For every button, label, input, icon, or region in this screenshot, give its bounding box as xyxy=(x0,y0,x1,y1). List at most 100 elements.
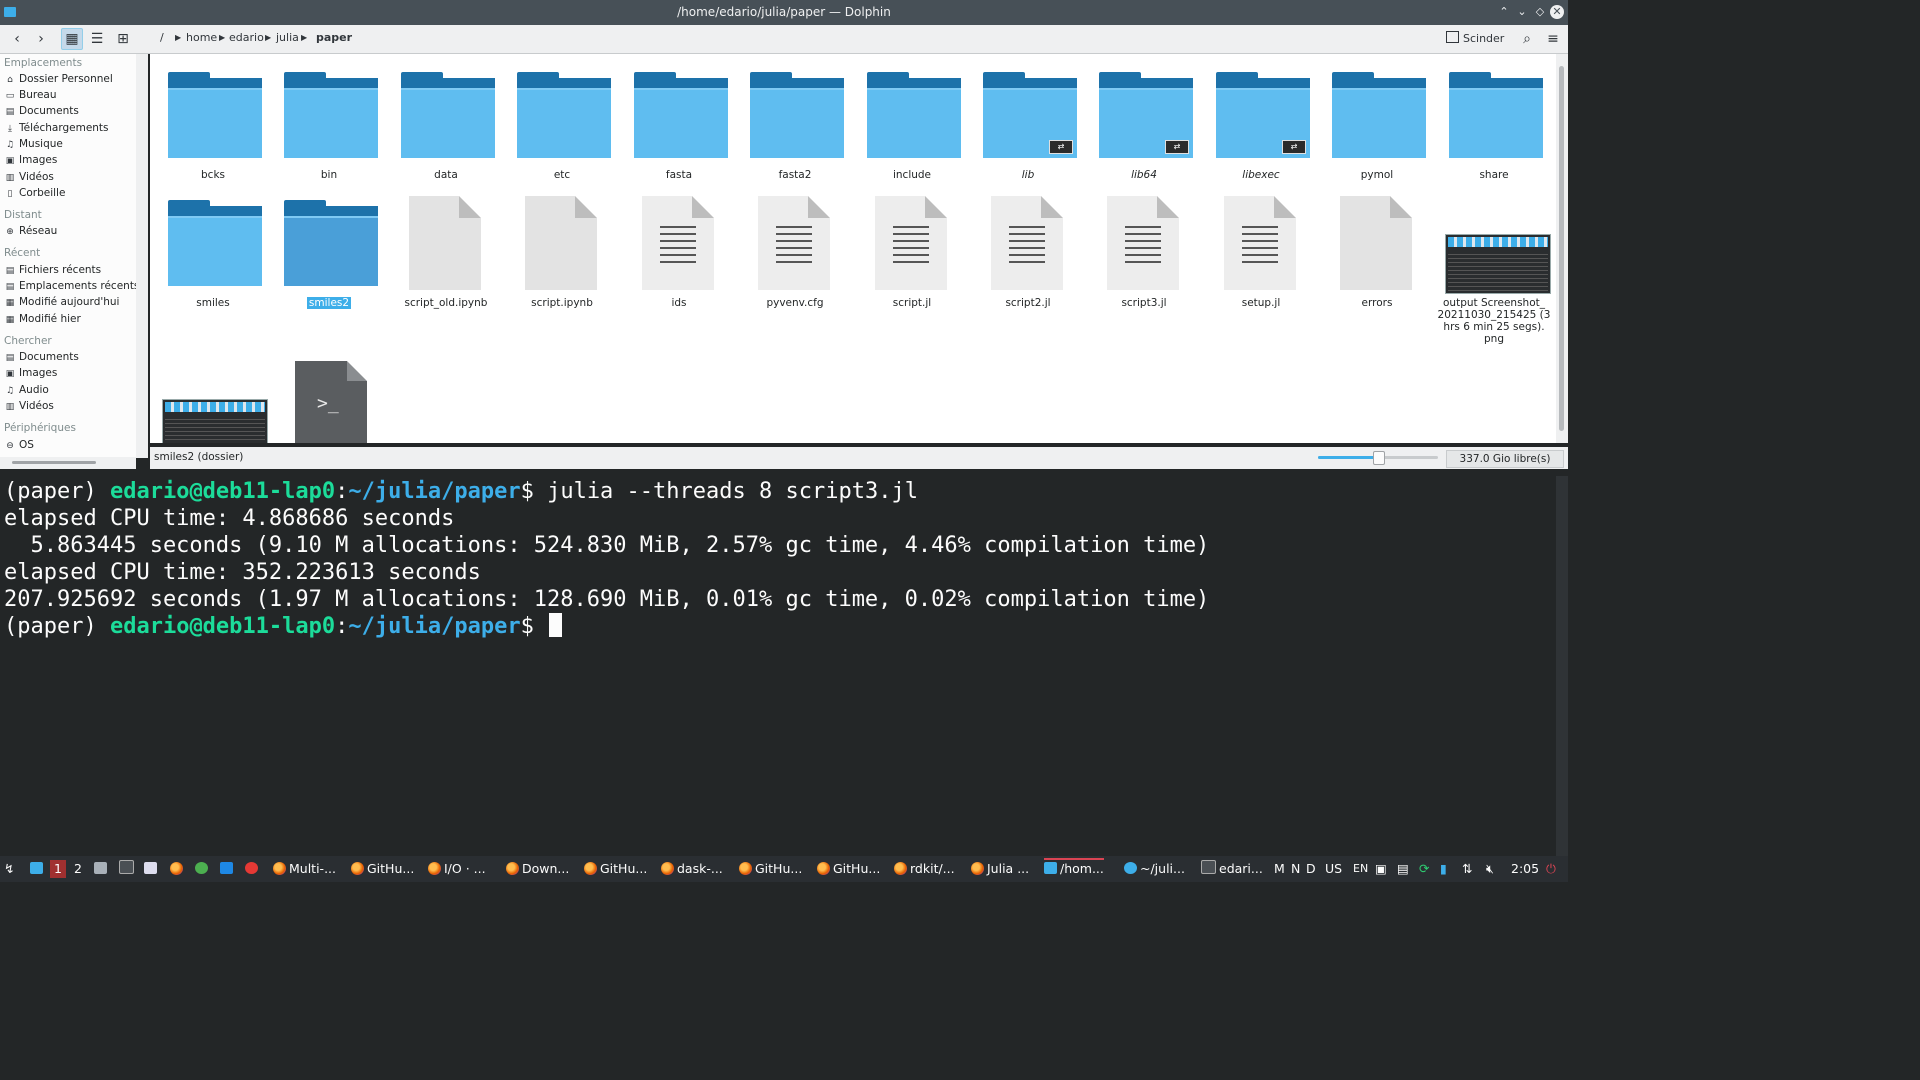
shell-script-file-icon[interactable]: >_ xyxy=(295,361,367,443)
editor-launcher-icon[interactable] xyxy=(144,860,160,878)
sidebar-item-videos[interactable]: ▥ Vidéos xyxy=(5,171,54,183)
files-launcher-icon[interactable] xyxy=(94,860,110,878)
task-firefox-5[interactable]: GitHu... xyxy=(584,860,647,878)
disk-icon[interactable]: ▮ xyxy=(1440,860,1447,878)
power-icon[interactable]: ⏻ xyxy=(1546,860,1556,878)
sidebar-item-desktop[interactable]: ▭ Bureau xyxy=(5,89,57,101)
sidebar-item-trash[interactable]: ▯ Corbeille xyxy=(5,187,66,199)
sidebar-item-documents[interactable]: ▤ Documents xyxy=(5,105,79,117)
sidebar-item-search-videos[interactable]: ▥ Vidéos xyxy=(5,400,54,412)
sidebar-item-os-drive[interactable]: ⊖ OS xyxy=(5,439,34,451)
breadcrumb-root[interactable]: / xyxy=(160,31,164,44)
terminal-output-line: elapsed CPU time: 352.223613 seconds xyxy=(4,560,481,585)
blank-file-icon xyxy=(409,196,481,290)
trash-icon: ▯ xyxy=(7,189,13,199)
vscode-launcher-icon[interactable] xyxy=(220,860,236,878)
minimize-icon[interactable]: ⌄ xyxy=(1514,4,1530,20)
terminal-panel[interactable]: (paper) edario@deb11-lap0:~/julia/paper$… xyxy=(0,476,1556,856)
clock[interactable]: 2:05 xyxy=(1511,860,1539,878)
close-icon[interactable]: ✕ xyxy=(1550,5,1564,19)
breadcrumb-home[interactable]: home xyxy=(186,31,217,44)
task-firefox-6[interactable]: dask-... xyxy=(661,860,723,878)
task-firefox-10[interactable]: Julia ... xyxy=(971,860,1029,878)
tray-label[interactable]: M xyxy=(1274,860,1285,878)
sidebar-item-network[interactable]: ⊕ Réseau xyxy=(5,225,57,237)
text-file-icon xyxy=(875,196,947,290)
keep-above-icon[interactable]: ⌃ xyxy=(1496,4,1512,20)
sidebar-group-title: Emplacements xyxy=(4,57,83,69)
task-firefox-3[interactable]: I/O · ... xyxy=(428,860,486,878)
tray-label[interactable]: N xyxy=(1291,860,1300,878)
status-bar: smiles2 (dossier) 337.0 Gio libre(s) xyxy=(150,447,1568,469)
text-file-icon xyxy=(1107,196,1179,290)
task-firefox-4[interactable]: Down... xyxy=(506,860,569,878)
task-firefox-1[interactable]: Multi-... xyxy=(273,860,336,878)
sidebar-item-images[interactable]: ▣ Images xyxy=(5,154,58,166)
chrome-launcher-icon[interactable] xyxy=(195,860,211,878)
sidebar-horizontal-scrollbar[interactable] xyxy=(0,457,136,469)
network-tray-icon[interactable]: ⇅ xyxy=(1462,860,1472,878)
file-view-scrollbar[interactable] xyxy=(1556,54,1568,443)
sidebar-group-title: Périphériques xyxy=(4,422,76,434)
app-launcher-icon[interactable]: ↯ xyxy=(4,860,14,878)
maximize-icon[interactable]: ◇ xyxy=(1532,4,1548,20)
compact-view-button[interactable]: ☰ xyxy=(86,28,108,50)
update-icon[interactable]: ⟳ xyxy=(1419,860,1429,878)
volume-muted-icon[interactable]: 🔇︎ xyxy=(1486,860,1494,878)
zoom-slider-handle[interactable] xyxy=(1373,451,1385,465)
hamburger-menu-icon[interactable]: ≡ xyxy=(1542,28,1564,50)
sidebar-item-recent-files[interactable]: ▤ Fichiers récents xyxy=(5,264,101,276)
sidebar-item-modified-today[interactable]: ▦ Modifié aujourd'hui xyxy=(5,296,120,308)
sidebar-item-downloads[interactable]: ⤓ Téléchargements xyxy=(5,122,109,134)
breadcrumb-edario[interactable]: edario xyxy=(229,31,264,44)
blank-file-icon xyxy=(525,196,597,290)
breadcrumb-paper[interactable]: paper xyxy=(316,31,352,44)
sidebar-item-search-audio[interactable]: ♫ Audio xyxy=(5,384,49,396)
input-language-indicator[interactable]: EN xyxy=(1353,860,1368,878)
sidebar-item-search-documents[interactable]: ▤ Documents xyxy=(5,351,79,363)
opera-launcher-icon[interactable] xyxy=(245,860,261,878)
documents-icon: ▤ xyxy=(5,353,15,363)
scrollbar-thumb[interactable] xyxy=(1559,66,1564,431)
free-space-indicator[interactable]: 337.0 Gio libre(s) xyxy=(1446,450,1564,468)
details-view-button[interactable]: ⊞ xyxy=(112,28,134,50)
task-konsole[interactable]: ~/juli... xyxy=(1124,860,1185,878)
display-icon[interactable]: ▣ xyxy=(1375,860,1387,878)
scrollbar-thumb[interactable] xyxy=(12,461,96,464)
task-dolphin[interactable]: /hom... xyxy=(1044,858,1104,878)
terminal-scrollbar[interactable] xyxy=(1556,476,1568,856)
desktop-1-button[interactable]: 1 xyxy=(50,860,66,878)
keyboard-layout-indicator[interactable]: US xyxy=(1325,860,1342,878)
file-view[interactable]: bcks bin data etc fasta fasta2 include ⇄… xyxy=(150,54,1556,443)
back-button[interactable]: ‹ xyxy=(6,28,28,50)
zoom-slider[interactable] xyxy=(1318,451,1438,465)
firefox-launcher-icon[interactable] xyxy=(170,860,186,878)
split-button[interactable]: Scinder xyxy=(1446,31,1504,45)
breadcrumb-julia[interactable]: julia xyxy=(276,31,299,44)
folder-icon xyxy=(1449,72,1543,158)
folder-icon xyxy=(750,72,844,158)
task-firefox-9[interactable]: rdkit/... xyxy=(894,860,955,878)
task-firefox-8[interactable]: GitHu... xyxy=(817,860,880,878)
desktop-2-button[interactable]: 2 xyxy=(74,860,82,878)
sidebar-scrollbar[interactable] xyxy=(136,54,148,458)
terminal-launcher-icon[interactable] xyxy=(119,860,137,878)
sidebar-item-home[interactable]: ⌂ Dossier Personnel xyxy=(5,73,113,85)
sidebar-item-modified-yesterday[interactable]: ▦ Modifié hier xyxy=(5,313,81,325)
show-desktop-icon[interactable] xyxy=(30,860,46,878)
sidebar-item-music[interactable]: ♫ Musique xyxy=(5,138,63,150)
selection-status: smiles2 (dossier) xyxy=(154,451,244,463)
task-terminal[interactable]: edari... xyxy=(1201,860,1263,878)
task-firefox-7[interactable]: GitHu... xyxy=(739,860,802,878)
task-firefox-2[interactable]: GitHu... xyxy=(351,860,414,878)
forward-button[interactable]: › xyxy=(30,28,52,50)
sidebar-item-recent-places[interactable]: ▤ Emplacements récents xyxy=(5,280,136,292)
tray-label[interactable]: D xyxy=(1306,860,1316,878)
sidebar-item-search-images[interactable]: ▣ Images xyxy=(5,367,58,379)
icons-view-button[interactable]: ▦ xyxy=(61,28,83,50)
sidebar-group-title: Distant xyxy=(4,209,42,221)
documents-icon: ▤ xyxy=(5,107,15,117)
search-icon[interactable]: ⌕ xyxy=(1516,28,1538,50)
selected-label: smiles2 xyxy=(306,297,352,309)
clipboard-icon[interactable]: ▤ xyxy=(1397,860,1409,878)
